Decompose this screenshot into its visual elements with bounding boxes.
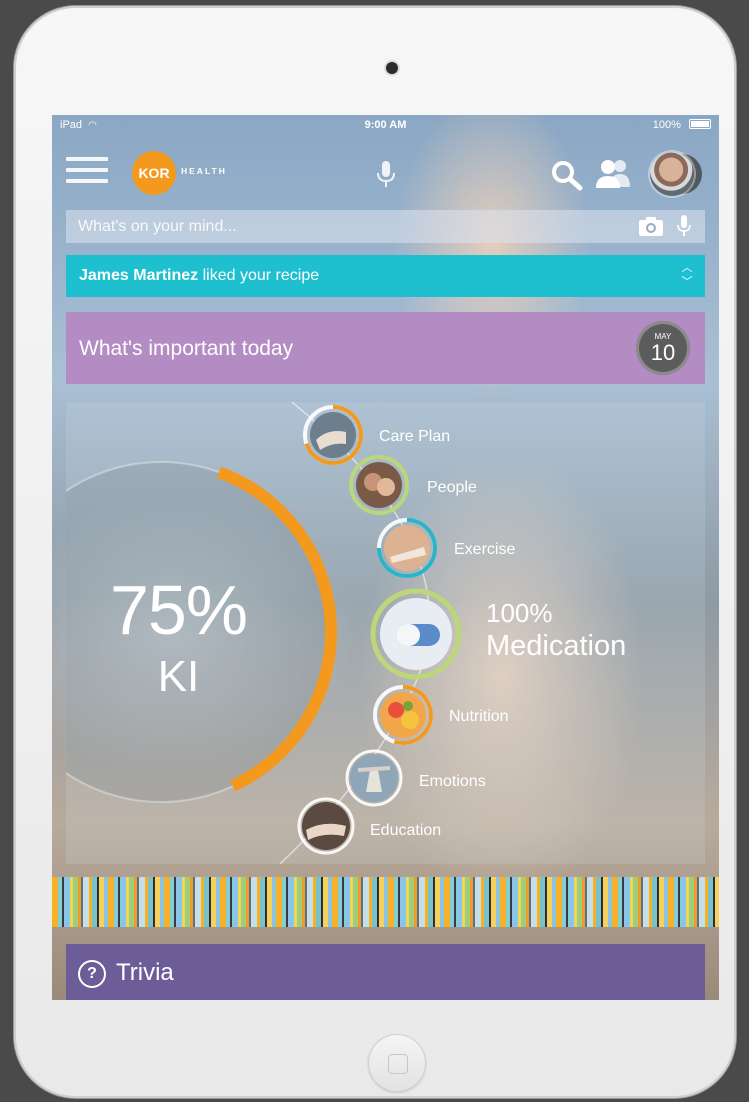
trivia-label: Trivia: [116, 959, 174, 986]
important-today-banner[interactable]: What's important today MAY 10: [66, 312, 705, 384]
chevron-up-icon[interactable]: ︿: [679, 261, 695, 275]
search-icon[interactable]: [550, 159, 584, 191]
notification-scroll-arrows[interactable]: ︿ ﹀: [679, 261, 695, 291]
front-camera: [386, 62, 398, 74]
emotions-label[interactable]: Emotions: [419, 773, 486, 791]
notification-text: James Martinez liked your recipe: [79, 267, 319, 285]
medication-icon[interactable]: [368, 586, 464, 682]
nutrition-icon[interactable]: [372, 684, 434, 746]
post-composer: [66, 210, 705, 243]
microphone-icon[interactable]: [374, 159, 398, 191]
exercise-label[interactable]: Exercise: [454, 541, 515, 559]
status-time: 9:00 AM: [364, 119, 407, 131]
home-button[interactable]: [368, 1034, 426, 1092]
hamburger-menu-icon[interactable]: [66, 155, 110, 187]
user-avatar[interactable]: [650, 152, 694, 196]
emotions-icon[interactable]: [344, 748, 404, 808]
score-percent: 75%: [109, 571, 248, 649]
question-icon: ?: [78, 960, 106, 988]
kor-health-logo[interactable]: KOR HEALTH: [132, 151, 282, 195]
exercise-icon[interactable]: [376, 517, 438, 579]
date-day: 10: [650, 340, 676, 365]
medication-label[interactable]: Medication: [486, 630, 626, 663]
people-label[interactable]: People: [427, 479, 477, 497]
app-screen: iPad ◠ 9:00 AM 100% KOR HEALTH What's on…: [52, 115, 719, 1000]
mind-input[interactable]: [66, 210, 650, 243]
notification-action: liked your recipe: [202, 267, 320, 284]
status-bar: iPad ◠ 9:00 AM 100%: [52, 115, 719, 135]
battery-icon: [689, 119, 711, 129]
important-today-title: What's important today: [79, 337, 294, 360]
medication-percent: 100%: [486, 598, 553, 628]
education-label[interactable]: Education: [370, 822, 441, 840]
chevron-down-icon[interactable]: ﹀: [679, 275, 695, 289]
care-plan-icon[interactable]: [302, 404, 364, 466]
score-label: KI: [157, 652, 200, 701]
wellness-ring-panel: 75% KI Care Plan People Exercise 100% Me…: [66, 402, 705, 864]
camera-icon[interactable]: [638, 216, 664, 237]
battery-percent: 100%: [652, 119, 681, 131]
education-icon[interactable]: [296, 796, 356, 856]
logo-badge: KOR: [132, 151, 176, 195]
notification-user[interactable]: James Martinez: [79, 267, 198, 284]
nutrition-label[interactable]: Nutrition: [449, 708, 509, 726]
notification-bar[interactable]: James Martinez liked your recipe ︿ ﹀: [66, 255, 705, 297]
logo-text: HEALTH: [181, 166, 227, 176]
date-badge[interactable]: MAY 10: [636, 321, 690, 375]
color-stripe-band: [52, 877, 719, 927]
people-category-icon[interactable]: [348, 454, 410, 516]
trivia-card[interactable]: ? Trivia: [66, 944, 705, 1000]
people-icon[interactable]: [594, 157, 634, 189]
composer-microphone-icon[interactable]: [677, 214, 691, 238]
status-right: 100%: [653, 119, 711, 131]
care-plan-label[interactable]: Care Plan: [379, 428, 450, 446]
